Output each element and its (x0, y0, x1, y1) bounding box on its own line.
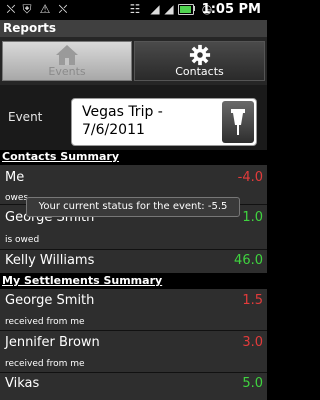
wifi-icon: ☷ (129, 2, 141, 16)
settlement-amount: 5.0 (242, 376, 263, 391)
contact-status: owes (5, 193, 29, 203)
page-title: Reports (3, 21, 57, 35)
list-item[interactable]: Vikas 5.0 (0, 373, 267, 400)
house-icon (56, 45, 78, 65)
usb-icon: ⛌ (6, 2, 16, 16)
warning-icon: ⚠ (39, 2, 51, 16)
contact-amount: 46.0 (234, 253, 263, 268)
list-item[interactable]: Jennifer Brown received from me 3.0 (0, 331, 267, 372)
pin-icon (231, 109, 245, 135)
event-select-value: Vegas Trip - 7/6/2011 (82, 104, 163, 138)
settlement-name: Jennifer Brown (5, 335, 100, 350)
contact-status: is owed (5, 235, 40, 245)
tab-contacts[interactable]: Contacts (134, 41, 265, 81)
usb-icon: ⛌ (58, 2, 68, 16)
tab-events[interactable]: Events (2, 41, 132, 81)
tab-bar: Events Contacts (0, 37, 267, 85)
contact-name: Me (5, 170, 25, 185)
dropdown-button[interactable] (222, 101, 254, 143)
contact-amount: 1.0 (242, 210, 263, 225)
settlement-name: Vikas (5, 376, 40, 391)
signal-icon: ◢ (150, 2, 160, 16)
shield-icon: ⛨ (22, 2, 32, 16)
battery-icon (178, 4, 194, 15)
status-bar: ⛌ ⛨ ⚠ ⛌ ☷ ◢ ◢ ◷ 1:05 PM (0, 0, 267, 20)
gear-icon (189, 44, 210, 66)
title-bar: Reports (0, 20, 267, 37)
toast-text: Your current status for the event: -5.5 (38, 201, 228, 212)
settlements-summary-header: My Settlements Summary (0, 274, 267, 289)
status-toast: Your current status for the event: -5.5 (26, 197, 240, 217)
event-label: Event (8, 110, 43, 124)
settlement-status: received from me (5, 317, 85, 327)
tab-contacts-label: Contacts (175, 65, 224, 78)
list-item[interactable]: Kelly Williams 46.0 (0, 250, 267, 273)
clock: 1:05 PM (201, 2, 261, 17)
settlement-name: George Smith (5, 293, 95, 308)
event-picker-row: Event Vegas Trip - 7/6/2011 (0, 85, 267, 150)
event-select[interactable]: Vegas Trip - 7/6/2011 (71, 98, 257, 146)
contacts-summary-header: Contacts Summary (0, 150, 267, 165)
tab-events-label: Events (48, 65, 86, 78)
signal-icon: ◢ (164, 2, 174, 16)
settlement-amount: 3.0 (242, 335, 263, 350)
contact-amount: -4.0 (237, 170, 263, 185)
list-item[interactable]: George Smith received from me 1.5 (0, 289, 267, 330)
settlement-status: received from me (5, 359, 85, 369)
contact-name: Kelly Williams (5, 253, 95, 268)
settlement-amount: 1.5 (242, 293, 263, 308)
